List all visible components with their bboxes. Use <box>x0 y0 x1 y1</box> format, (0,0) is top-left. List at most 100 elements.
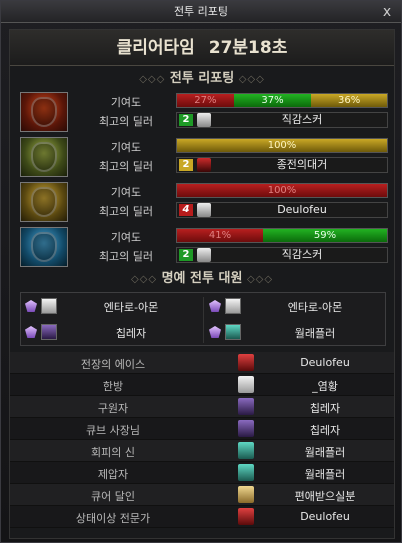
award-row: 전장의 에이스 Deulofeu <box>10 352 394 374</box>
character-portrait-icon <box>225 298 241 314</box>
character-portrait-icon <box>197 113 211 127</box>
ornament-right: ◇◇◇ <box>238 74 265 85</box>
contribution-segment: 100% <box>177 184 387 197</box>
window-title: 전투 리포팅 <box>173 5 229 18</box>
contribution-label: 기여도 <box>110 141 142 154</box>
character-portrait-icon <box>225 324 241 340</box>
contribution-label: 기여도 <box>110 186 142 199</box>
character-portrait-icon <box>197 158 211 172</box>
award-row: 구원자 칩레자 <box>10 396 394 418</box>
contribution-segment: 27% <box>177 94 234 107</box>
character-portrait-icon <box>238 398 254 415</box>
contribution-segment: 41% <box>177 229 264 242</box>
honor-member-name: 월래플러 <box>294 327 336 340</box>
best-dealer-box: 4 Deulofeu <box>176 202 388 218</box>
divider <box>203 297 204 343</box>
best-dealer-label: 최고의 딜러 <box>98 115 154 128</box>
character-portrait-icon <box>41 298 57 314</box>
award-title: 회피의 신 <box>91 446 135 459</box>
honor-member-name: 엔타로-아몬 <box>103 301 159 314</box>
contribution-segment: 100% <box>177 139 387 152</box>
award-title: 전장의 에이스 <box>80 358 146 371</box>
ornament-left: ◇◇◇ <box>130 274 158 285</box>
award-title: 제압자 <box>97 468 129 481</box>
character-portrait-icon <box>41 324 57 340</box>
character-portrait-icon <box>238 376 254 393</box>
dealer-rank-badge: 2 <box>179 114 193 126</box>
dealer-name: 종전의대거 <box>276 158 328 171</box>
character-portrait-icon <box>238 420 254 437</box>
character-portrait-icon <box>197 248 211 262</box>
dealer-name: Deulofeu <box>277 203 327 216</box>
contribution-bar: 41% 59% <box>176 228 388 243</box>
award-title: 큐어 달인 <box>91 490 135 503</box>
award-player-name: Deulofeu <box>300 356 350 369</box>
dealer-rank-badge: 2 <box>179 159 193 171</box>
green-helmet-icon <box>20 137 68 177</box>
best-dealer-box: 2 직감스커 <box>176 112 388 128</box>
character-portrait-icon <box>238 354 254 371</box>
title-bar: 전투 리포팅 x <box>1 1 401 23</box>
dealer-name: 직감스커 <box>281 113 323 126</box>
report-section-title: 전투 리포팅 <box>169 71 235 86</box>
ornament-left: ◇◇◇ <box>139 74 166 85</box>
contribution-segment: 37% <box>233 94 312 107</box>
award-row: 상태이상 전문가 Deulofeu <box>10 506 394 528</box>
clear-time-header: 클리어타임 27분18초 <box>10 30 394 66</box>
report-section-heading: ◇◇◇ 전투 리포팅 ◇◇◇ <box>10 70 394 88</box>
honor-section-heading: ◇◇◇ 명예 전투 대원 ◇◇◇ <box>10 270 394 288</box>
award-row: 회피의 신 월래플러 <box>10 440 394 462</box>
crown-icon <box>209 300 221 312</box>
contribution-bar: 27% 37% 36% <box>176 93 388 108</box>
character-portrait-icon <box>238 486 254 503</box>
award-row: 큐브 사장님 칩레자 <box>10 418 394 440</box>
best-dealer-label: 최고의 딜러 <box>98 160 154 173</box>
contribution-bar: 100% <box>176 138 388 153</box>
report-panel: 클리어타임 27분18초 ◇◇◇ 전투 리포팅 ◇◇◇ 기여도 27% 37% … <box>9 29 395 539</box>
best-dealer-box: 2 종전의대거 <box>176 157 388 173</box>
character-portrait-icon <box>238 508 254 525</box>
character-portrait-icon <box>238 442 254 459</box>
award-player-name: 월래플러 <box>304 468 346 481</box>
yellow-helmet-icon <box>20 182 68 222</box>
contribution-label: 기여도 <box>110 96 142 109</box>
award-row: 큐어 달인 편애받으실분 <box>10 484 394 506</box>
award-row: 제압자 월래플러 <box>10 462 394 484</box>
dealer-rank-badge: 2 <box>179 249 193 261</box>
award-player-name: 월래플러 <box>304 446 346 459</box>
clear-time-label: 클리어타임 <box>116 38 195 58</box>
ornament-right: ◇◇◇ <box>246 274 274 285</box>
award-row: 한방 _염황 <box>10 374 394 396</box>
award-player-name: 편애받으실분 <box>294 490 356 503</box>
best-dealer-label: 최고의 딜러 <box>98 250 154 263</box>
honor-member[interactable]: 칩레자 <box>21 321 201 345</box>
dealer-name: 직감스커 <box>281 248 323 261</box>
award-player-name: Deulofeu <box>300 510 350 523</box>
best-dealer-label: 최고의 딜러 <box>98 205 154 218</box>
crown-icon <box>209 326 221 338</box>
honor-member[interactable]: 월래플러 <box>205 321 385 345</box>
honor-member[interactable]: 엔타로-아몬 <box>21 295 201 319</box>
honor-member-name: 엔타로-아몬 <box>287 301 343 314</box>
red-helmet-icon <box>20 92 68 132</box>
team-row: 기여도 100% 최고의 딜러 4 Deulofeu <box>20 182 388 222</box>
award-player-name: _염황 <box>312 380 338 393</box>
crown-icon <box>25 300 37 312</box>
honor-members-box: 엔타로-아몬 엔타로-아몬 칩레자 월래플러 <box>20 292 386 346</box>
honor-section-title: 명예 전투 대원 <box>161 271 243 286</box>
award-title: 상태이상 전문가 <box>75 512 151 525</box>
dealer-rank-badge: 4 <box>179 204 193 216</box>
award-player-name: 칩레자 <box>309 402 341 415</box>
team-row: 기여도 100% 최고의 딜러 2 종전의대거 <box>20 137 388 177</box>
close-icon[interactable]: x <box>379 4 395 20</box>
contribution-label: 기여도 <box>110 231 142 244</box>
best-dealer-box: 2 직감스커 <box>176 247 388 263</box>
character-portrait-icon <box>197 203 211 217</box>
award-title: 큐브 사장님 <box>85 424 141 437</box>
blue-helmet-icon <box>20 227 68 267</box>
contribution-segment: 59% <box>263 229 387 242</box>
team-row: 기여도 27% 37% 36% 최고의 딜러 2 직감스커 <box>20 92 388 132</box>
crown-icon <box>25 326 37 338</box>
awards-list: 전장의 에이스 Deulofeu 한방 _염황 구원자 칩레자 큐브 사장님 칩… <box>10 352 394 528</box>
honor-member[interactable]: 엔타로-아몬 <box>205 295 385 319</box>
